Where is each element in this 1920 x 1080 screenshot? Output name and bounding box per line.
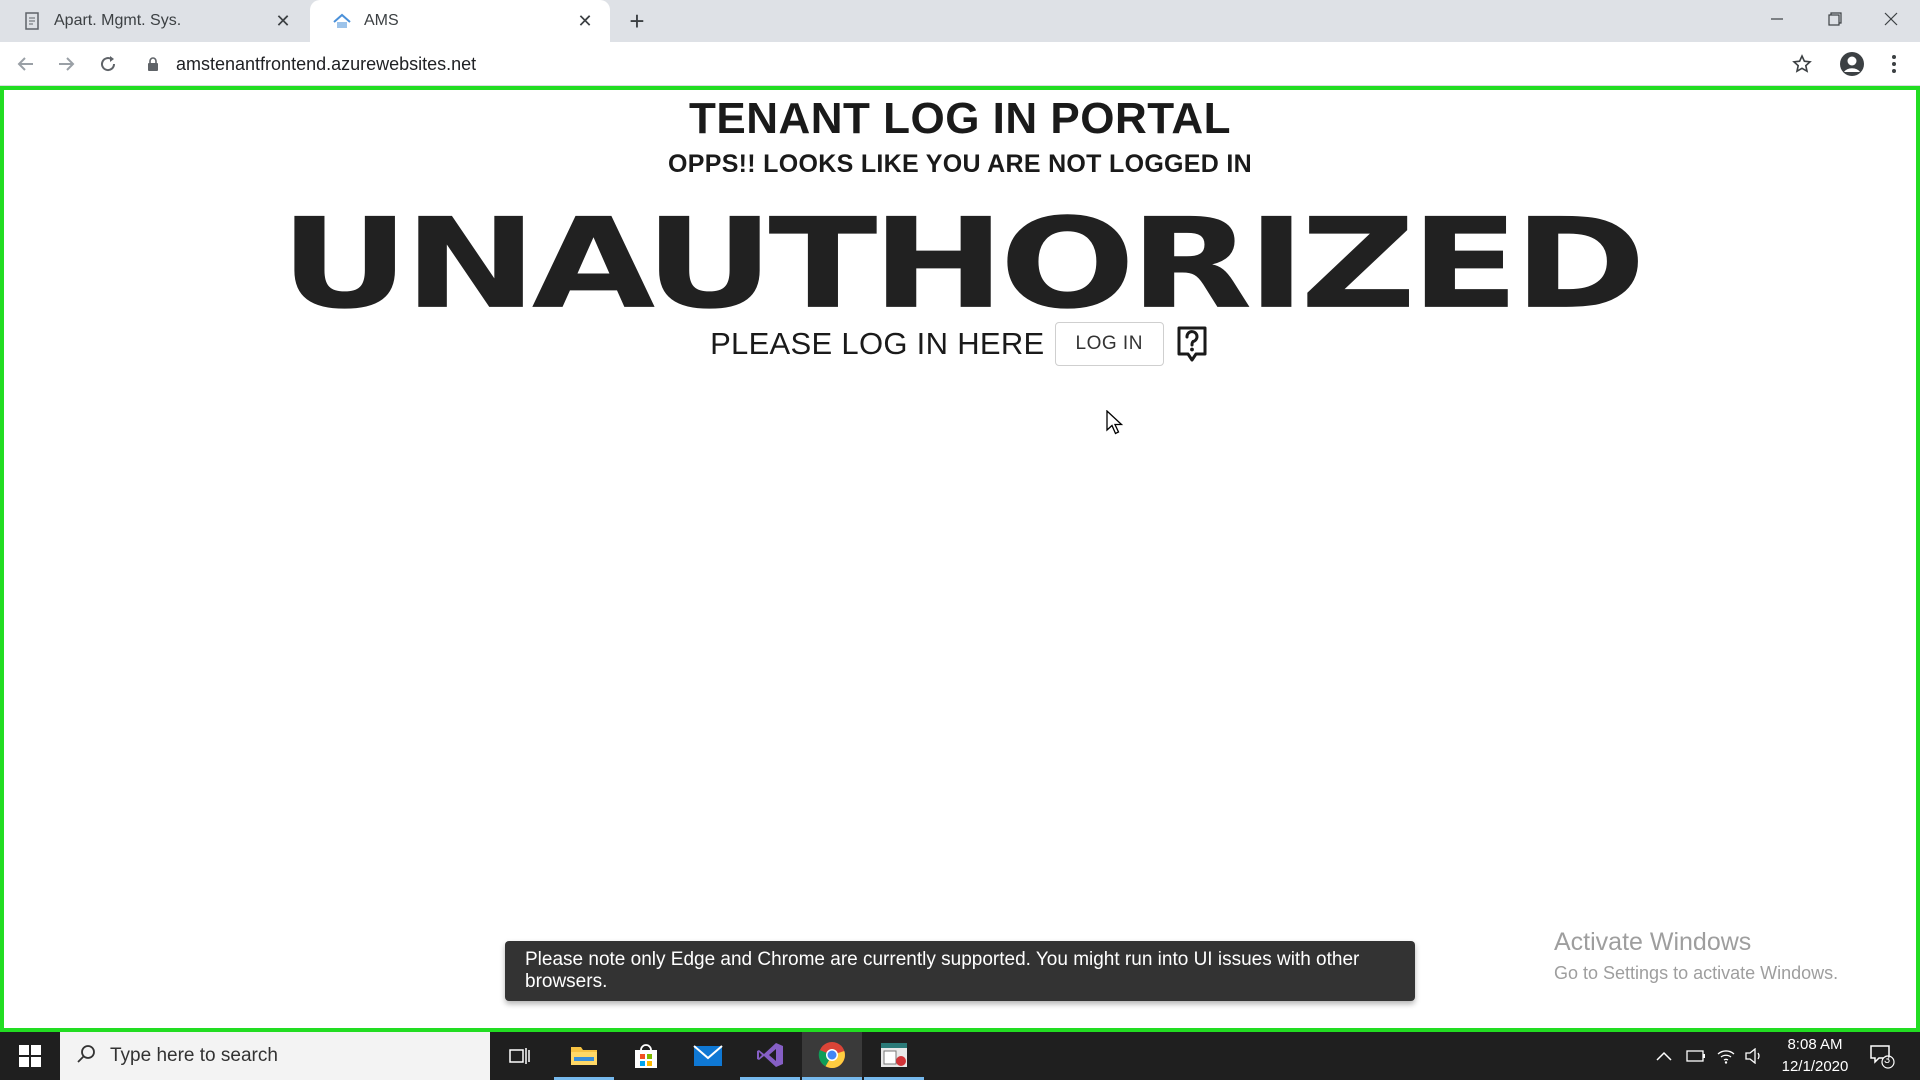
home-favicon-icon [332, 11, 352, 31]
file-explorer-icon[interactable] [554, 1032, 614, 1080]
clock-date: 12/1/2020 [1781, 1058, 1849, 1075]
windows-start-icon[interactable] [0, 1032, 60, 1080]
bookmark-star-icon[interactable] [1786, 48, 1818, 80]
tab-title: Apart. Mgmt. Sys. [54, 12, 182, 29]
close-tab-icon[interactable]: ✕ [272, 10, 294, 32]
store-icon[interactable] [616, 1032, 676, 1080]
more-options-icon[interactable] [1880, 48, 1908, 80]
app-icon[interactable] [864, 1032, 924, 1080]
taskbar-clock[interactable]: 8:08 AM 12/1/2020 [1770, 1034, 1860, 1078]
minimize-window-icon[interactable] [1748, 0, 1806, 38]
visual-studio-icon[interactable] [740, 1032, 800, 1080]
page-viewport: TENANT LOG IN PORTAL OPPS!! LOOKS LIKE Y… [0, 86, 1920, 1032]
notification-count: 3 [1884, 1054, 1891, 1066]
url-text: amstenantfrontend.azurewebsites.net [176, 53, 477, 74]
page-subtitle: OPPS!! LOOKS LIKE YOU ARE NOT LOGGED IN [668, 150, 1252, 178]
taskbar-search-box[interactable]: Type here to search [60, 1032, 490, 1080]
activate-windows-watermark: Activate Windows Go to Settings to activ… [1554, 928, 1838, 984]
restore-window-icon[interactable] [1806, 0, 1864, 38]
watermark-title: Activate Windows [1554, 928, 1752, 956]
document-favicon-icon [22, 11, 42, 31]
battery-icon[interactable] [1682, 1032, 1710, 1080]
task-view-icon[interactable] [490, 1032, 550, 1080]
search-icon [76, 1044, 96, 1069]
reload-icon[interactable] [92, 48, 124, 80]
unauthorized-heading: UNAUTHORIZED [279, 190, 1647, 337]
login-prompt: PLEASE LOG IN HERE [710, 326, 1045, 361]
browser-tab-bar: Apart. Mgmt. Sys. ✕ AMS ✕ + [0, 0, 1920, 42]
profile-avatar-icon[interactable] [1836, 48, 1868, 80]
tab-title: AMS [364, 12, 399, 29]
watermark-subtitle: Go to Settings to activate Windows. [1554, 963, 1839, 983]
lock-icon [144, 55, 162, 73]
login-row: PLEASE LOG IN HERE LOG IN [4, 322, 1916, 366]
address-bar[interactable]: amstenantfrontend.azurewebsites.net [144, 47, 1784, 81]
search-placeholder: Type here to search [110, 1045, 278, 1066]
notification-center-icon[interactable]: 3 [1862, 1032, 1902, 1080]
tab-ams[interactable]: AMS ✕ [310, 0, 610, 42]
close-window-icon[interactable] [1862, 0, 1920, 38]
back-arrow-icon[interactable] [10, 48, 42, 80]
tab-apart-mgmt-sys[interactable]: Apart. Mgmt. Sys. ✕ [0, 0, 308, 42]
windows-taskbar: Type here to search 8:08 AM 12/1/2020 3 [0, 1032, 1920, 1080]
browser-toolbar: amstenantfrontend.azurewebsites.net [0, 42, 1920, 86]
new-tab-button[interactable]: + [622, 6, 652, 36]
clock-time: 8:08 AM [1787, 1036, 1843, 1053]
volume-icon[interactable] [1740, 1032, 1768, 1080]
chevron-up-icon[interactable] [1650, 1032, 1678, 1080]
close-tab-icon[interactable]: ✕ [574, 10, 596, 32]
forward-arrow-icon[interactable] [50, 48, 82, 80]
mouse-cursor-icon [1106, 409, 1124, 441]
chrome-icon[interactable] [802, 1032, 862, 1080]
wifi-icon[interactable] [1712, 1032, 1740, 1080]
mail-icon[interactable] [678, 1032, 738, 1080]
question-bubble-icon[interactable] [1174, 324, 1210, 364]
page-title: TENANT LOG IN PORTAL [688, 94, 1232, 143]
log-in-button[interactable]: LOG IN [1054, 322, 1164, 366]
browser-support-toast: Please note only Edge and Chrome are cur… [505, 941, 1415, 1001]
